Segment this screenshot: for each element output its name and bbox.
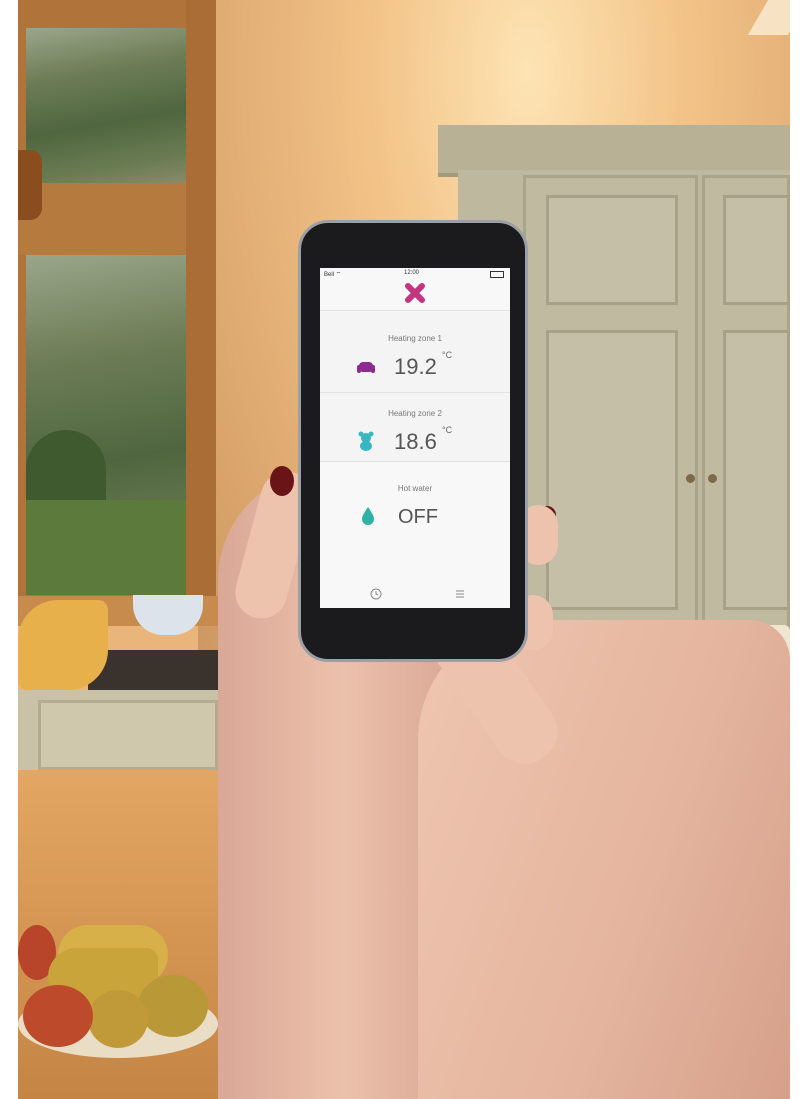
window-pane-top xyxy=(26,28,186,183)
status-bar: Bell ⌔ 12:00 xyxy=(320,268,510,280)
door-knob xyxy=(686,474,695,483)
water-drop-icon xyxy=(362,507,374,525)
divider xyxy=(320,310,510,311)
zone-label: Hot water xyxy=(397,484,433,493)
menu-icon[interactable] xyxy=(454,588,466,600)
pear xyxy=(138,975,208,1037)
hot-water-status: OFF xyxy=(398,506,438,528)
zone-temperature: 18.6 xyxy=(394,429,437,454)
door-panel xyxy=(546,195,678,305)
door-panel xyxy=(723,195,790,305)
pear xyxy=(88,990,148,1048)
garden-lawn xyxy=(26,500,186,595)
thermostat-app-screen: Bell ⌔ 12:00 Heating zone 1 19.2 °C Heat… xyxy=(320,268,510,608)
apple xyxy=(23,985,93,1047)
pendant-lamp xyxy=(18,150,42,220)
temperature-unit: °C xyxy=(442,425,453,435)
status-carrier: Bell ⌔ xyxy=(324,272,342,278)
zone-card-heating-2[interactable]: Heating zone 2 18.6 °C xyxy=(320,393,510,461)
door-knob xyxy=(708,474,717,483)
flowers xyxy=(18,600,108,690)
fingernail xyxy=(270,466,294,496)
glass-bowl xyxy=(133,595,203,635)
teddy-bear-icon xyxy=(358,431,374,451)
brand-logo-icon xyxy=(405,283,425,303)
window-jamb xyxy=(186,0,216,625)
door-panel xyxy=(546,330,678,610)
battery-icon xyxy=(490,271,504,278)
zone-label: Heating zone 2 xyxy=(388,409,442,418)
zone-label: Heating zone 1 xyxy=(388,334,442,343)
zone-card-hot-water[interactable]: Hot water OFF xyxy=(320,462,510,552)
clock-icon[interactable] xyxy=(370,588,382,600)
temperature-unit: °C xyxy=(442,350,453,360)
status-time: 12:00 xyxy=(404,270,420,276)
kitchen-photo: Bell ⌔ 12:00 Heating zone 1 19.2 °C Heat… xyxy=(18,0,790,1099)
door-panel xyxy=(723,330,790,610)
zone-temperature: 19.2 xyxy=(394,354,437,379)
armchair-icon xyxy=(357,362,375,373)
zone-card-heating-1[interactable]: Heating zone 1 19.2 °C xyxy=(320,312,510,392)
base-cabinet-drawer xyxy=(38,700,218,770)
